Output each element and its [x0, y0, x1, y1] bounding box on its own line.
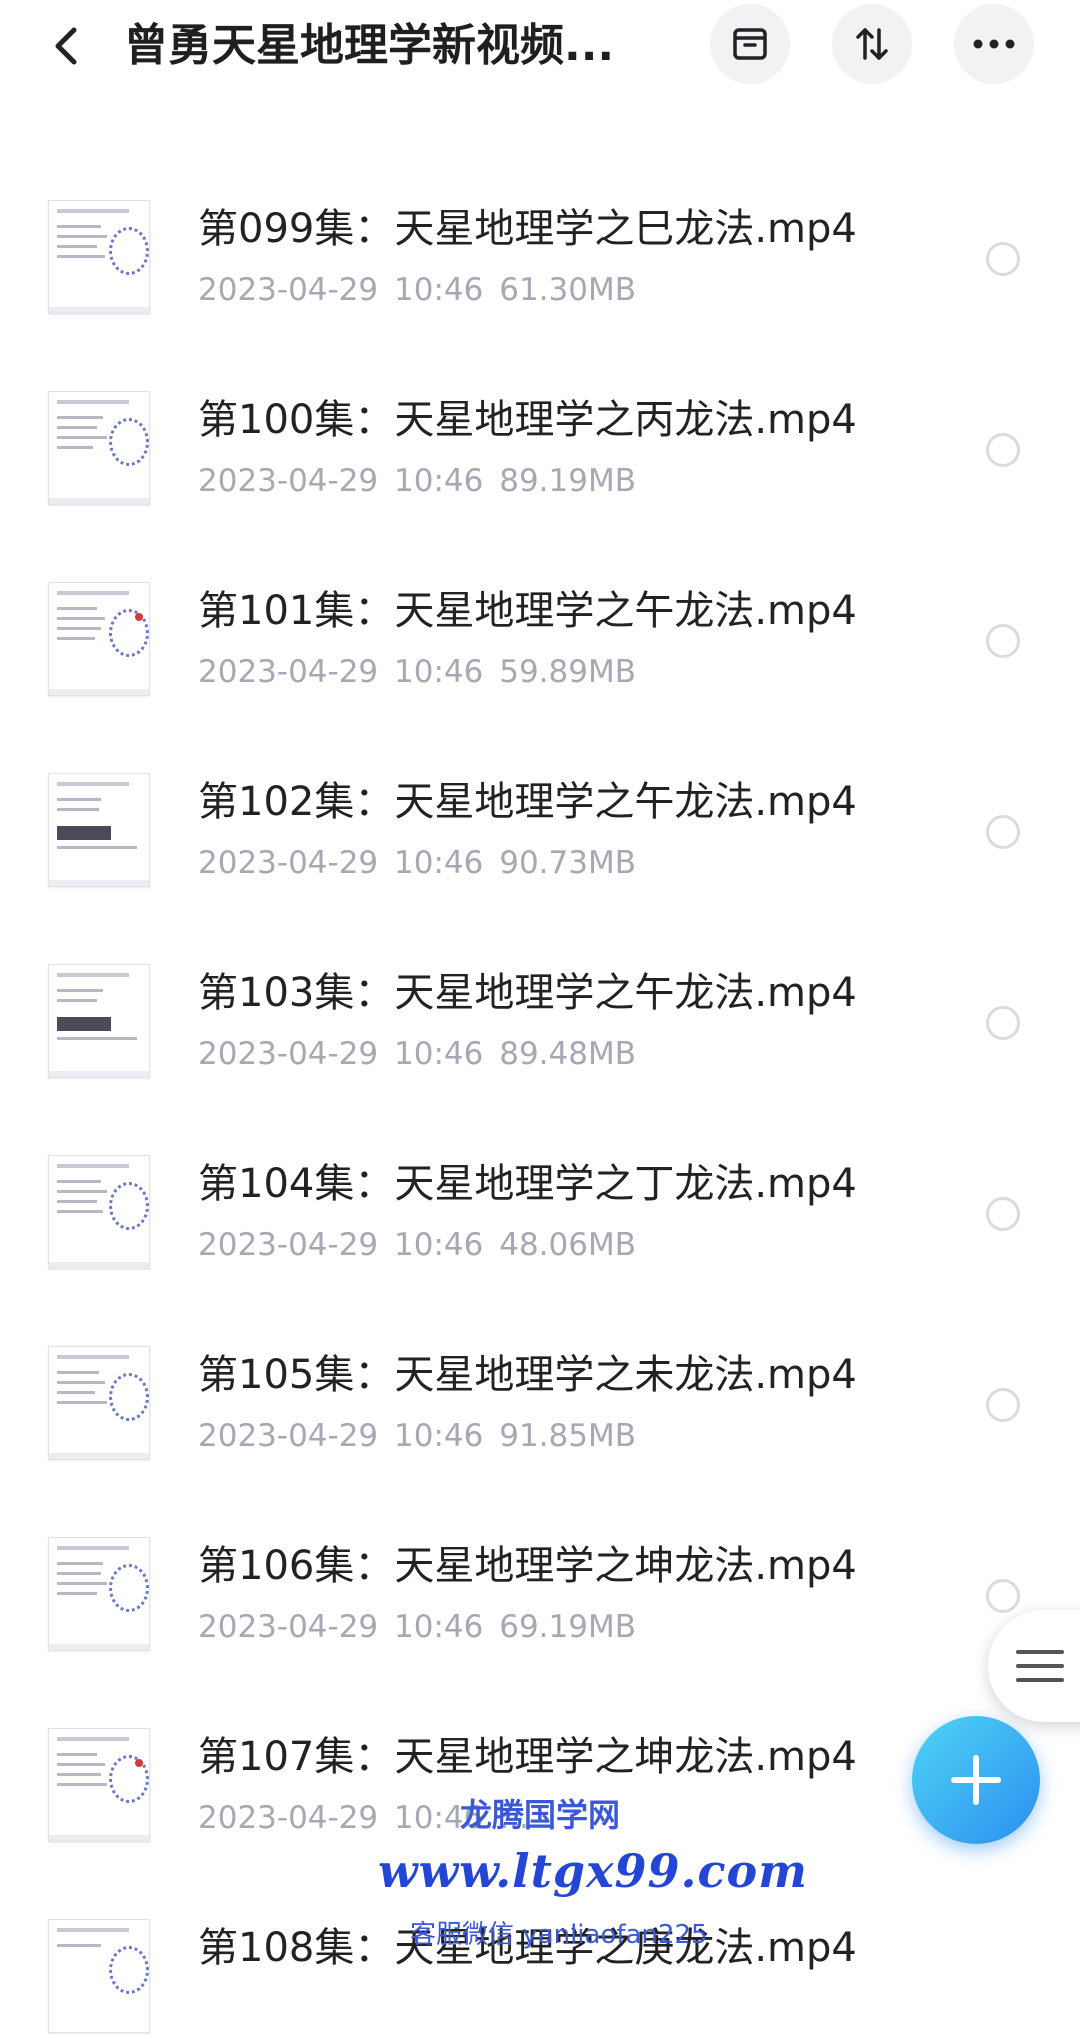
video-thumbnail	[48, 773, 150, 887]
file-size: 89.19MB	[499, 463, 636, 499]
top-app-bar: 曾勇天星地理学新视频...	[0, 0, 1080, 92]
file-date: 2023-04-29	[198, 845, 379, 881]
file-meta: 2023-04-29 10:46 89.19MB	[198, 461, 636, 501]
archive-button[interactable]	[710, 4, 790, 84]
file-date: 2023-04-29	[198, 1418, 379, 1454]
watermark-site-name: 龙腾国学网	[460, 1796, 621, 1834]
page-title: 曾勇天星地理学新视频...	[124, 20, 615, 71]
file-meta: 2023-04-29 10:46 59.89MB	[198, 652, 636, 692]
menu-icon	[1016, 1650, 1064, 1682]
select-radio[interactable]	[986, 1579, 1020, 1613]
file-time: 10:46	[394, 1036, 484, 1072]
select-radio[interactable]	[986, 433, 1020, 467]
file-row[interactable]: 第103集：天星地理学之午龙法.mp4 2023-04-29 10:46 89.…	[0, 914, 1080, 1084]
file-row[interactable]: 第105集：天星地理学之未龙法.mp4 2023-04-29 10:46 91.…	[0, 1296, 1080, 1466]
video-thumbnail	[48, 1537, 150, 1651]
archive-icon	[733, 28, 767, 60]
file-row[interactable]: 第106集：天星地理学之坤龙法.mp4 2023-04-29 10:46 69.…	[0, 1487, 1080, 1657]
file-time: 10:46	[394, 845, 484, 881]
file-size: 90.73MB	[499, 845, 636, 881]
file-meta: 2023-04-29 10:46 48.06MB	[198, 1225, 636, 1265]
file-date: 2023-04-29	[198, 1036, 379, 1072]
video-thumbnail	[48, 1919, 150, 2033]
file-size: 91.85MB	[499, 1418, 636, 1454]
file-date: 2023-04-29	[198, 463, 379, 499]
select-radio[interactable]	[986, 624, 1020, 658]
file-size: 48.06MB	[499, 1227, 636, 1263]
file-meta: 2023-04-29 10:46 69.19MB	[198, 1607, 636, 1647]
video-thumbnail	[48, 200, 150, 314]
file-row[interactable]: 第100集：天星地理学之丙龙法.mp4 2023-04-29 10:46 89.…	[0, 341, 1080, 511]
add-button[interactable]	[912, 1716, 1040, 1844]
file-name: 第103集：天星地理学之午龙法.mp4	[198, 970, 857, 1016]
video-thumbnail	[48, 1155, 150, 1269]
sort-button[interactable]	[832, 4, 912, 84]
sort-icon	[856, 28, 888, 60]
video-thumbnail	[48, 1346, 150, 1460]
file-name: 第101集：天星地理学之午龙法.mp4	[198, 588, 857, 634]
file-date: 2023-04-29	[198, 1227, 379, 1263]
file-meta: 2023-04-29 10:46 89.48MB	[198, 1034, 636, 1074]
select-radio[interactable]	[986, 1197, 1020, 1231]
file-name: 第099集：天星地理学之巳龙法.mp4	[198, 206, 857, 252]
file-name: 第102集：天星地理学之午龙法.mp4	[198, 779, 857, 825]
more-horizontal-icon	[973, 39, 1015, 49]
file-date: 2023-04-29	[198, 1800, 379, 1836]
file-size: 89.48MB	[499, 1036, 636, 1072]
video-thumbnail	[48, 964, 150, 1078]
more-options-button[interactable]	[954, 4, 1034, 84]
plus-icon	[951, 1755, 1001, 1805]
file-size: 59.89MB	[499, 654, 636, 690]
file-date: 2023-04-29	[198, 1609, 379, 1645]
select-radio[interactable]	[986, 1006, 1020, 1040]
file-time: 10:46	[394, 654, 484, 690]
chevron-left-icon	[55, 27, 77, 65]
file-time: 10:46	[394, 1609, 484, 1645]
select-radio[interactable]	[986, 242, 1020, 276]
video-thumbnail	[48, 391, 150, 505]
file-date: 2023-04-29	[198, 654, 379, 690]
back-button[interactable]	[40, 18, 92, 74]
watermark-contact: 客服微信 yanliaofan225	[410, 1920, 708, 1950]
video-thumbnail	[48, 1728, 150, 1842]
file-meta: 2023-04-29 10:46 91.85MB	[198, 1416, 636, 1456]
file-time: 10:46	[394, 272, 484, 308]
file-row[interactable]: 第102集：天星地理学之午龙法.mp4 2023-04-29 10:46 90.…	[0, 723, 1080, 893]
select-radio[interactable]	[986, 815, 1020, 849]
watermark-url: www.ltgx99.com	[378, 1844, 808, 1898]
file-name: 第104集：天星地理学之丁龙法.mp4	[198, 1161, 857, 1207]
file-name: 第107集：天星地理学之坤龙法.mp4	[198, 1734, 857, 1780]
file-size: 61.30MB	[499, 272, 636, 308]
file-row[interactable]: 第101集：天星地理学之午龙法.mp4 2023-04-29 10:46 59.…	[0, 532, 1080, 702]
file-name: 第100集：天星地理学之丙龙法.mp4	[198, 397, 857, 443]
file-meta: 2023-04-29 10:46 61.30MB	[198, 270, 636, 310]
file-time: 10:46	[394, 463, 484, 499]
file-time: 10:46	[394, 1418, 484, 1454]
file-row[interactable]: 第104集：天星地理学之丁龙法.mp4 2023-04-29 10:46 48.…	[0, 1105, 1080, 1275]
file-name: 第106集：天星地理学之坤龙法.mp4	[198, 1543, 857, 1589]
file-name: 第105集：天星地理学之未龙法.mp4	[198, 1352, 857, 1398]
file-date: 2023-04-29	[198, 272, 379, 308]
select-radio[interactable]	[986, 1388, 1020, 1422]
file-row[interactable]: 第099集：天星地理学之巳龙法.mp4 2023-04-29 10:46 61.…	[0, 150, 1080, 320]
file-size: 69.19MB	[499, 1609, 636, 1645]
file-meta: 2023-04-29 10:46 90.73MB	[198, 843, 636, 883]
video-thumbnail	[48, 582, 150, 696]
file-time: 10:46	[394, 1227, 484, 1263]
